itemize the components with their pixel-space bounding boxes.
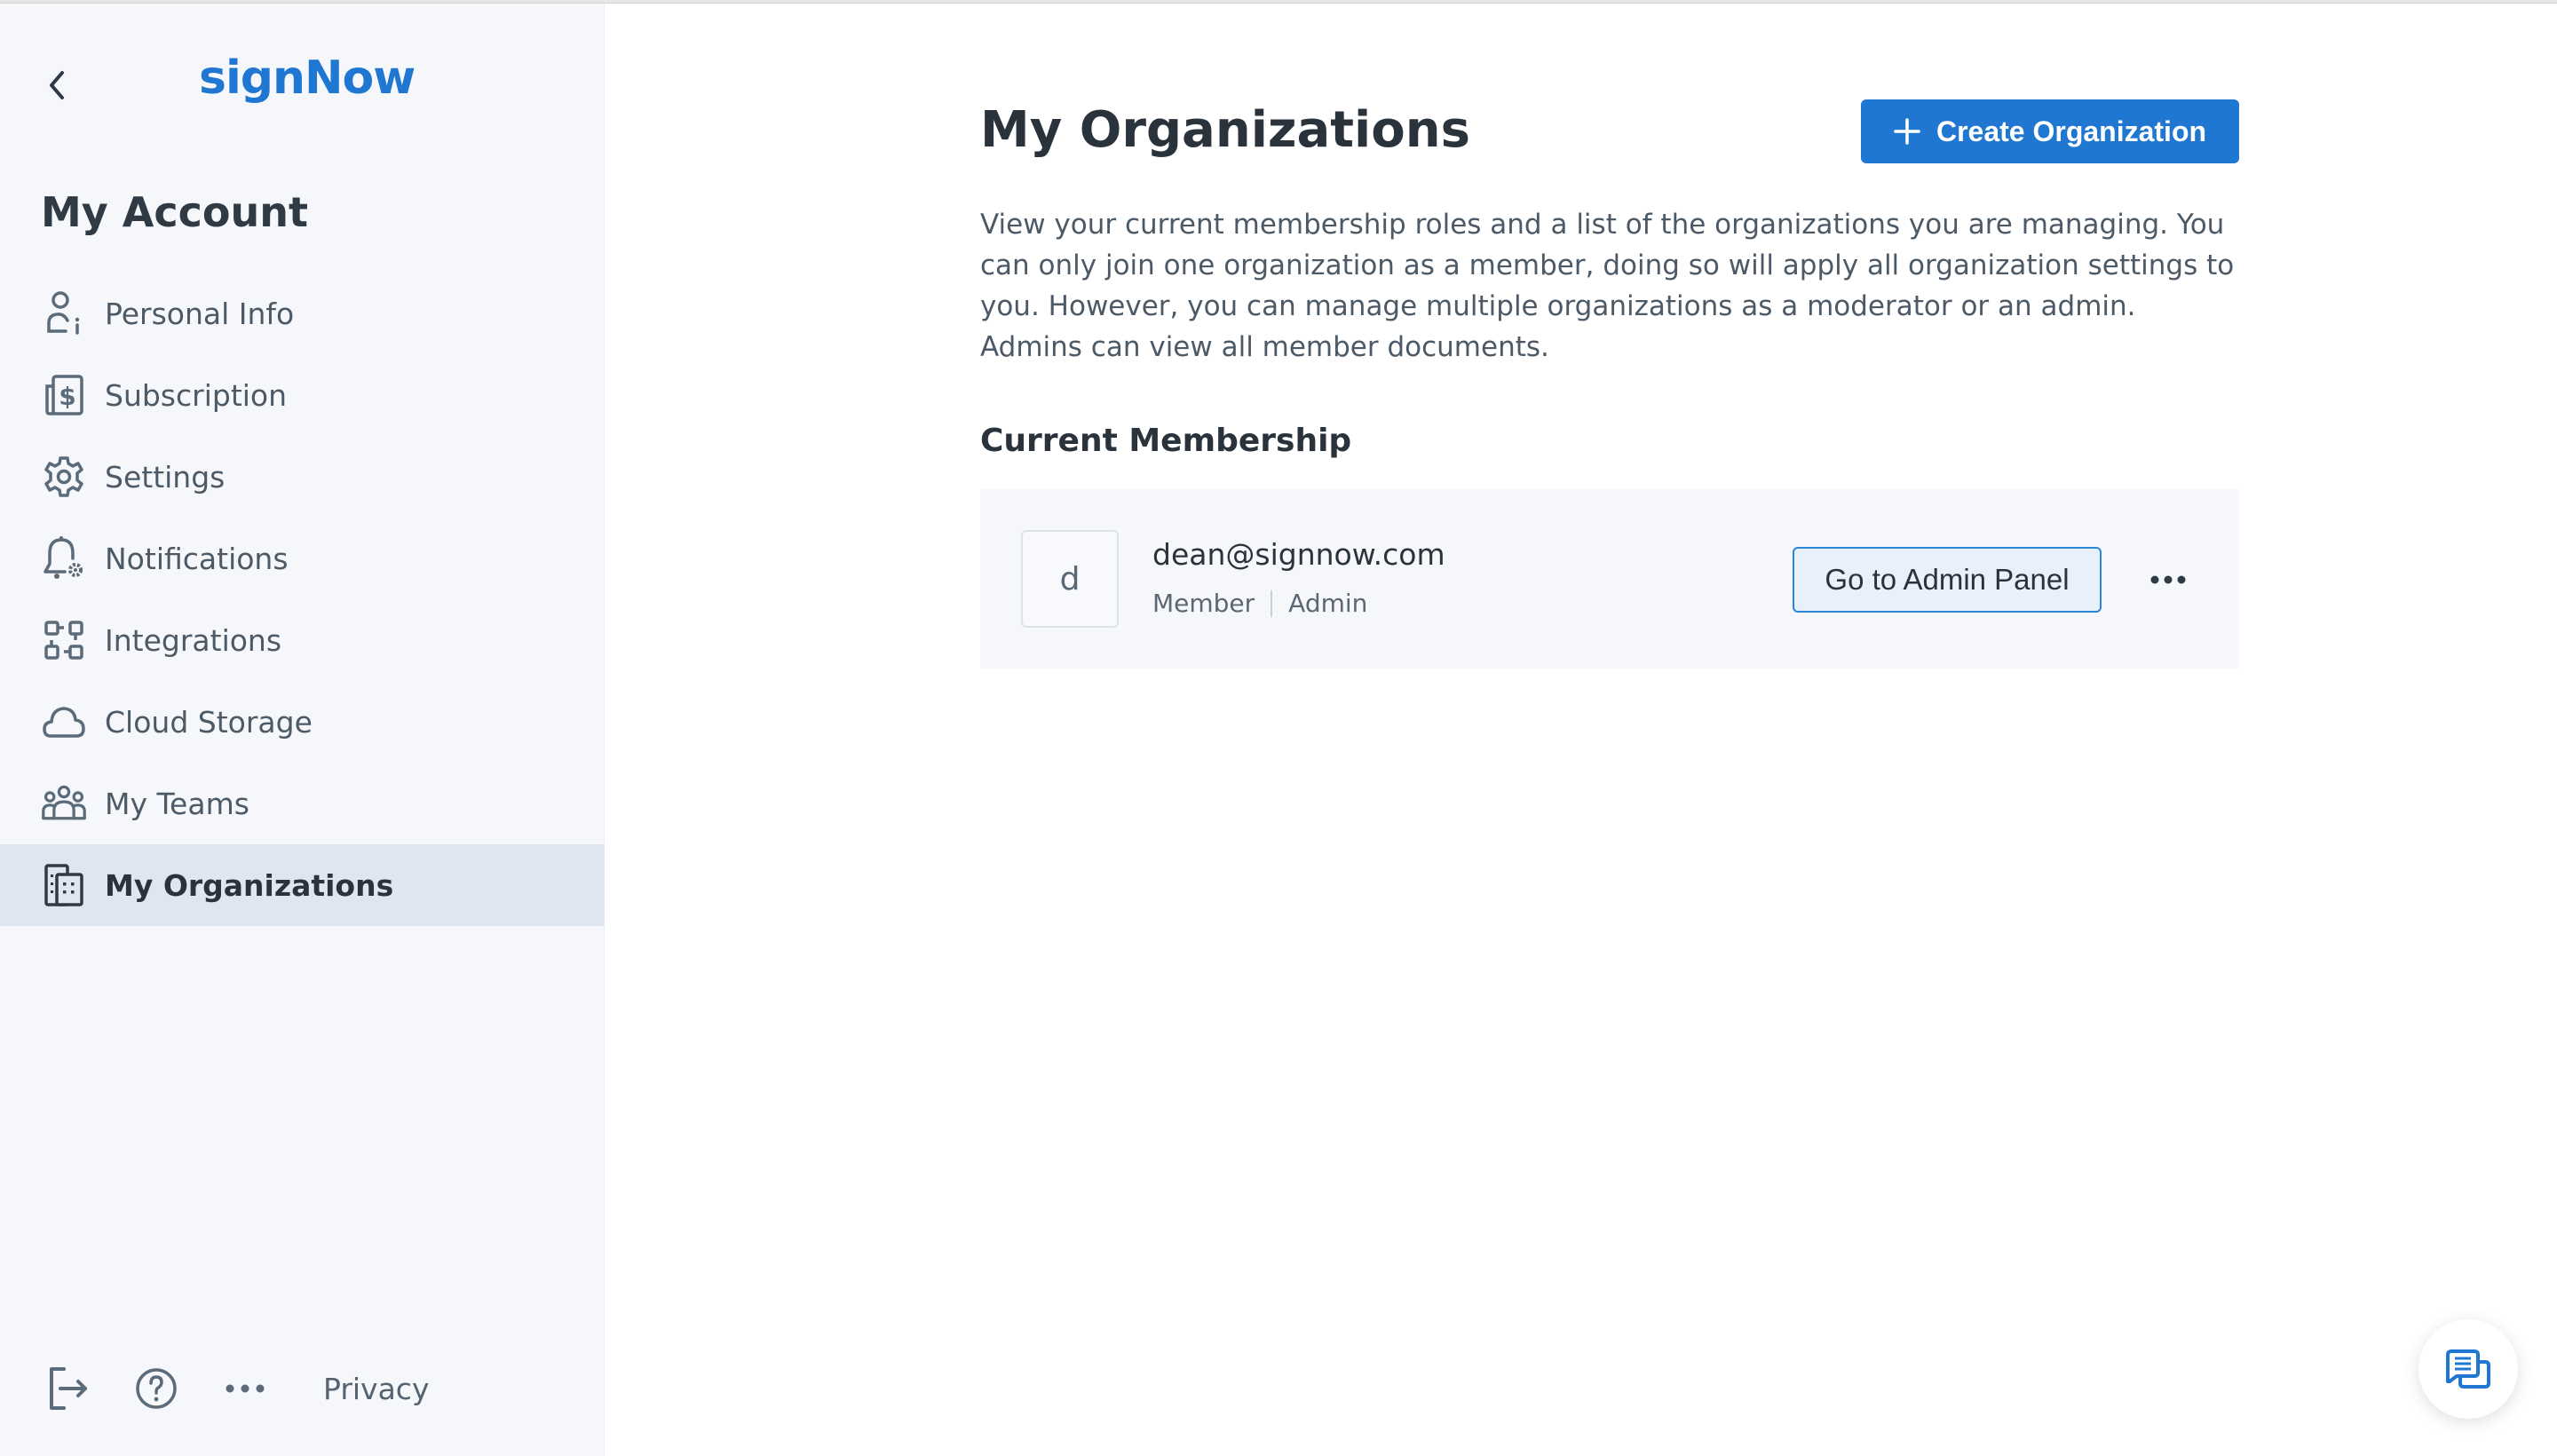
logout-icon[interactable] — [41, 1362, 94, 1415]
person-info-icon — [41, 290, 87, 336]
svg-text:$: $ — [59, 382, 75, 411]
signnow-logo[interactable]: signNow — [199, 51, 416, 105]
sidebar-item-label: Cloud Storage — [105, 704, 313, 740]
subscription-dollar-icon: $ — [41, 372, 87, 418]
sidebar-title: My Account — [41, 188, 308, 236]
sidebar-item-label: My Teams — [105, 786, 249, 821]
gear-icon — [41, 454, 87, 500]
sidebar-item-label: My Organizations — [105, 867, 394, 903]
sidebar-item-label: Subscription — [105, 377, 288, 413]
sidebar-item-label: Personal Info — [105, 296, 295, 331]
buildings-icon — [41, 862, 87, 908]
sidebar-item-cloud-storage[interactable]: Cloud Storage — [0, 681, 605, 763]
browser-tab-strip — [0, 0, 2557, 4]
sidebar-item-settings[interactable]: Settings — [0, 436, 605, 518]
chat-support-button[interactable] — [2418, 1319, 2518, 1419]
sidebar-item-my-organizations[interactable]: My Organizations — [0, 844, 605, 926]
page-description: View your current membership roles and a… — [980, 209, 2235, 363]
membership-card: d dean@signnow.com Member Admin Go to Ad… — [980, 489, 2239, 669]
sidebar-item-integrations[interactable]: Integrations — [0, 599, 605, 681]
role-admin: Admin — [1288, 589, 1368, 618]
sidebar-footer: Privacy — [41, 1360, 429, 1417]
role-divider — [1271, 590, 1273, 617]
back-button[interactable] — [39, 67, 75, 103]
sidebar-item-label: Integrations — [105, 622, 282, 658]
page-title: My Organizations — [980, 101, 1470, 159]
integrations-icon — [41, 617, 87, 663]
privacy-link[interactable]: Privacy — [323, 1372, 429, 1406]
chat-bubbles-icon — [2446, 1349, 2490, 1389]
ellipsis-icon — [2150, 575, 2186, 584]
cloud-icon — [41, 699, 87, 745]
help-icon[interactable] — [130, 1362, 183, 1415]
go-to-admin-panel-button[interactable]: Go to Admin Panel — [1793, 547, 2102, 613]
chevron-left-icon — [50, 71, 64, 99]
sidebar-item-notifications[interactable]: Notifications — [0, 518, 605, 599]
member-email: dean@signnow.com — [1152, 537, 1445, 572]
bell-gear-icon — [41, 535, 87, 582]
create-organization-label: Create Organization — [1936, 115, 2207, 147]
sidebar: signNow My Account Personal Info $ Subsc… — [0, 4, 605, 1456]
sidebar-nav: Personal Info $ Subscription Settings No… — [0, 273, 605, 926]
membership-more-button[interactable] — [2141, 560, 2195, 599]
member-roles: Member Admin — [1152, 589, 1367, 618]
sidebar-item-personal-info[interactable]: Personal Info — [0, 273, 605, 354]
team-icon — [41, 780, 87, 827]
create-organization-button[interactable]: Create Organization — [1861, 99, 2239, 163]
avatar: d — [1021, 530, 1119, 628]
current-membership-heading: Current Membership — [980, 423, 1352, 459]
sidebar-item-my-teams[interactable]: My Teams — [0, 763, 605, 844]
more-options-icon[interactable] — [218, 1362, 272, 1415]
plus-icon — [1894, 118, 1920, 145]
sidebar-item-label: Settings — [105, 459, 226, 495]
sidebar-item-label: Notifications — [105, 541, 289, 576]
sidebar-item-subscription[interactable]: $ Subscription — [0, 354, 605, 436]
role-member: Member — [1152, 589, 1255, 618]
